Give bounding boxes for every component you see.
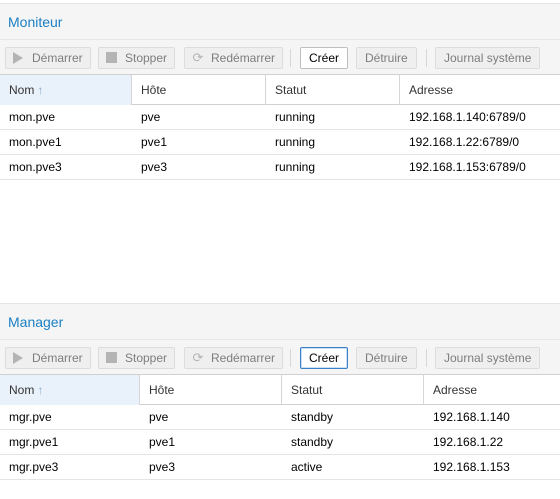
cell-status: standby (291, 410, 334, 424)
cell-host: pve1 (141, 135, 168, 149)
cell-address: 192.168.1.140:6789/0 (409, 110, 526, 124)
cell-status: running (275, 110, 316, 124)
manager-create-button[interactable]: Créer (300, 347, 349, 369)
column-header-host[interactable]: Hôte (140, 375, 282, 405)
stop-icon (104, 351, 120, 365)
start-label: Démarrer (32, 351, 83, 365)
destroy-label: Détruire (365, 51, 408, 65)
monitor-panel-title: Moniteur (0, 3, 560, 39)
stop-label: Stopper (125, 351, 168, 365)
toolbar-separator (426, 49, 427, 67)
monitor-start-button[interactable]: Démarrer (5, 47, 91, 69)
table-row[interactable]: mon.pve pve running 192.168.1.140:6789/0 (0, 105, 560, 130)
table-row[interactable]: mon.pve3 pve3 running 192.168.1.153:6789… (0, 155, 560, 180)
cell-name: mgr.pve (9, 410, 52, 424)
restart-label: Redémarrer (211, 51, 276, 65)
toolbar-separator (290, 49, 291, 67)
cell-host: pve3 (149, 460, 176, 474)
table-row[interactable]: mgr.pve1 pve1 standby 192.168.1.22 (0, 430, 560, 455)
manager-toolbar: Démarrer Stopper ⟳ Redémarrer Créer Détr… (0, 339, 560, 375)
manager-stop-button[interactable]: Stopper (98, 347, 176, 369)
cell-host: pve3 (141, 160, 168, 174)
column-header-status[interactable]: Statut (266, 75, 400, 105)
cell-host: pve (149, 410, 169, 424)
column-header-address[interactable]: Adresse (424, 375, 560, 405)
column-header-host[interactable]: Hôte (132, 75, 266, 105)
create-label: Créer (309, 351, 340, 365)
cell-address: 192.168.1.153 (433, 460, 510, 474)
cell-host: pve (141, 110, 161, 124)
restart-icon: ⟳ (192, 50, 204, 65)
table-row[interactable]: mgr.pve3 pve3 active 192.168.1.153 (0, 455, 560, 480)
toolbar-separator (290, 349, 291, 367)
monitor-restart-button[interactable]: ⟳ Redémarrer (184, 47, 284, 69)
monitor-grid-header: Nom ↑ Hôte Statut Adresse (0, 75, 560, 105)
cell-address: 192.168.1.140 (433, 410, 510, 424)
cell-address: 192.168.1.22 (433, 435, 504, 449)
cell-status: running (275, 160, 316, 174)
stop-label: Stopper (125, 51, 168, 65)
cell-name: mon.pve1 (9, 135, 62, 149)
cell-name: mgr.pve3 (9, 460, 59, 474)
syslog-label: Journal système (444, 351, 532, 365)
restart-icon: ⟳ (192, 350, 204, 365)
destroy-label: Détruire (365, 351, 408, 365)
syslog-label: Journal système (444, 51, 532, 65)
manager-syslog-button[interactable]: Journal système (435, 347, 541, 369)
manager-panel: Manager Démarrer Stopper ⟳ Redémarrer Cr… (0, 303, 560, 480)
manager-grid-header: Nom ↑ Hôte Statut Adresse (0, 375, 560, 405)
create-label: Créer (309, 51, 340, 65)
cell-name: mon.pve (9, 110, 56, 124)
monitor-destroy-button[interactable]: Détruire (356, 47, 417, 69)
cell-address: 192.168.1.153:6789/0 (409, 160, 526, 174)
cell-status: standby (291, 435, 334, 449)
start-label: Démarrer (32, 51, 83, 65)
table-row[interactable]: mon.pve1 pve1 running 192.168.1.22:6789/… (0, 130, 560, 155)
cell-status: running (275, 135, 316, 149)
toolbar-separator (426, 349, 427, 367)
restart-label: Redémarrer (211, 351, 276, 365)
monitor-stop-button[interactable]: Stopper (98, 47, 176, 69)
monitor-grid-empty-area (0, 186, 560, 303)
cell-name: mgr.pve1 (9, 435, 59, 449)
monitor-panel: Moniteur Démarrer Stopper ⟳ Redémarrer C… (0, 3, 560, 180)
play-icon (11, 51, 27, 65)
column-header-name[interactable]: Nom ↑ (0, 375, 140, 405)
manager-restart-button[interactable]: ⟳ Redémarrer (184, 347, 284, 369)
cell-address: 192.168.1.22:6789/0 (409, 135, 520, 149)
stop-icon (104, 51, 120, 65)
monitor-toolbar: Démarrer Stopper ⟳ Redémarrer Créer Détr… (0, 39, 560, 75)
cell-host: pve1 (149, 435, 176, 449)
sort-ascending-icon: ↑ (37, 383, 44, 397)
column-header-name[interactable]: Nom ↑ (0, 75, 132, 105)
play-icon (11, 351, 27, 365)
monitor-create-button[interactable]: Créer (300, 47, 349, 69)
column-header-status[interactable]: Statut (282, 375, 424, 405)
table-row[interactable]: mgr.pve pve standby 192.168.1.140 (0, 405, 560, 430)
column-header-address[interactable]: Adresse (400, 75, 560, 105)
manager-destroy-button[interactable]: Détruire (356, 347, 417, 369)
cell-name: mon.pve3 (9, 160, 62, 174)
manager-panel-title: Manager (0, 303, 560, 339)
monitor-syslog-button[interactable]: Journal système (435, 47, 541, 69)
manager-start-button[interactable]: Démarrer (5, 347, 91, 369)
sort-ascending-icon: ↑ (37, 83, 44, 97)
cell-status: active (291, 460, 323, 474)
